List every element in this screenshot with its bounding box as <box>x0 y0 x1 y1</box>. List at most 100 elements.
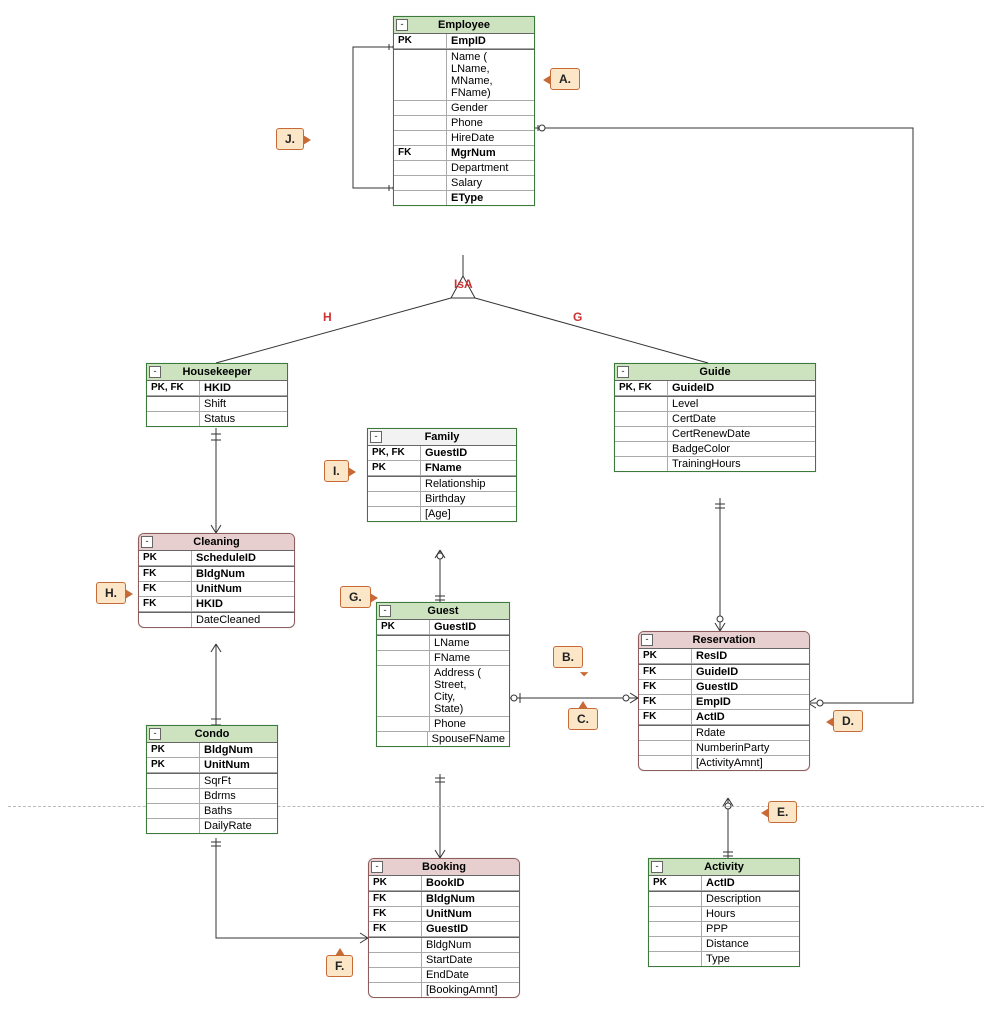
key-indicator: PK <box>139 551 192 565</box>
attribute-row: Rdate <box>639 725 809 741</box>
attribute-row: FKBldgNum <box>369 891 519 907</box>
attribute-row: Level <box>615 396 815 412</box>
key-indicator <box>615 412 668 426</box>
attribute-name: BldgNum <box>192 567 294 581</box>
key-indicator <box>147 819 200 833</box>
attribute-row: LName <box>377 635 509 651</box>
attribute-name: GuideID <box>692 665 809 679</box>
attribute-row: Department <box>394 161 534 176</box>
attribute-row: FKBldgNum <box>139 566 294 582</box>
attribute-name: Phone <box>447 116 534 130</box>
entity-title: - Employee <box>394 17 534 34</box>
entity-cleaning: -CleaningPKScheduleIDFKBldgNumFKUnitNumF… <box>138 533 295 628</box>
attribute-row: FKEmpID <box>639 695 809 710</box>
attribute-row: CertRenewDate <box>615 427 815 442</box>
key-indicator <box>369 938 422 952</box>
entity-guest: -GuestPKGuestIDLNameFNameAddress (Street… <box>376 602 510 747</box>
callout-h: H. <box>96 582 126 604</box>
attribute-row: PK, FKGuestID <box>368 446 516 461</box>
key-indicator: PK, FK <box>368 446 421 460</box>
entity-reservation: -ReservationPKResIDFKGuideIDFKGuestIDFKE… <box>638 631 810 771</box>
key-indicator: FK <box>639 665 692 679</box>
entity-title-text: Employee <box>438 19 490 31</box>
attribute-name: BldgNum <box>422 938 519 952</box>
key-indicator <box>368 492 421 506</box>
attribute-row: SpouseFName <box>377 732 509 746</box>
collapse-icon[interactable]: - <box>379 605 391 617</box>
collapse-icon[interactable]: - <box>141 536 153 548</box>
collapse-icon[interactable]: - <box>149 366 161 378</box>
attribute-name: EmpID <box>447 34 534 48</box>
key-indicator <box>377 636 430 650</box>
attribute-name: Rdate <box>692 726 809 740</box>
key-indicator <box>615 457 668 471</box>
attribute-row: Gender <box>394 101 534 116</box>
callout-f: F. <box>326 955 353 977</box>
attribute-row: BldgNum <box>369 937 519 953</box>
attribute-name: BldgNum <box>200 743 277 757</box>
attribute-row: [Age] <box>368 507 516 521</box>
attribute-row: PK, FKHKID <box>147 381 287 396</box>
entity-housekeeper: -HousekeeperPK, FKHKIDShiftStatus <box>146 363 288 427</box>
key-indicator <box>147 397 200 411</box>
attribute-name: BldgNum <box>422 892 519 906</box>
attribute-name: Bdrms <box>200 789 277 803</box>
entity-activity: -ActivityPKActIDDescriptionHoursPPPDista… <box>648 858 800 967</box>
attribute-row: HireDate <box>394 131 534 146</box>
attribute-name: Status <box>200 412 287 426</box>
collapse-icon[interactable]: - <box>149 728 161 740</box>
callout-i: I. <box>324 460 349 482</box>
attribute-name: EndDate <box>422 968 519 982</box>
attribute-row: Shift <box>147 396 287 412</box>
entity-title: - Condo <box>147 726 277 743</box>
key-indicator: FK <box>139 567 192 581</box>
attribute-row: CertDate <box>615 412 815 427</box>
attribute-name: Phone <box>430 717 509 731</box>
attribute-row: Birthday <box>368 492 516 507</box>
entity-title: -Cleaning <box>139 534 294 551</box>
entity-title-text: Reservation <box>693 634 756 646</box>
attribute-name: Address (Street,City,State) <box>430 666 509 716</box>
key-indicator <box>147 412 200 426</box>
attribute-name: ActID <box>692 710 809 724</box>
collapse-icon[interactable]: - <box>641 634 653 646</box>
collapse-icon[interactable]: - <box>370 431 382 443</box>
attribute-row: FKGuideID <box>639 664 809 680</box>
branch-g-label: G <box>573 310 582 324</box>
key-indicator <box>394 131 447 145</box>
collapse-icon[interactable]: - <box>651 861 663 873</box>
attribute-name: FName <box>421 461 516 475</box>
attribute-row: PKEmpID <box>394 34 534 49</box>
key-indicator <box>615 397 668 411</box>
key-indicator <box>147 804 200 818</box>
attribute-row: FKGuestID <box>369 922 519 937</box>
attribute-row: Distance <box>649 937 799 952</box>
attribute-name: EmpID <box>692 695 809 709</box>
attribute-name: SpouseFName <box>428 732 509 746</box>
entity-title-text: Condo <box>195 728 230 740</box>
attribute-row: FKUnitNum <box>369 907 519 922</box>
key-indicator: FK <box>369 922 422 936</box>
key-indicator: PK, FK <box>147 381 200 395</box>
attribute-row: PKBldgNum <box>147 743 277 758</box>
entity-title: - Reservation <box>639 632 809 649</box>
attribute-row: Salary <box>394 176 534 191</box>
entity-title: - Guest <box>377 603 509 620</box>
key-indicator <box>377 651 430 665</box>
attribute-row: Baths <box>147 804 277 819</box>
key-indicator: PK, FK <box>615 381 668 395</box>
key-indicator <box>649 937 702 951</box>
entity-title-text: Guest <box>427 605 458 617</box>
attribute-name: Name (LName,MName,FName) <box>447 50 534 100</box>
key-indicator <box>368 507 421 521</box>
attribute-row: TrainingHours <box>615 457 815 471</box>
attribute-row: Bdrms <box>147 789 277 804</box>
attribute-row: Type <box>649 952 799 966</box>
attribute-row: Phone <box>394 116 534 131</box>
collapse-icon[interactable]: - <box>396 19 408 31</box>
key-indicator: FK <box>394 146 447 160</box>
collapse-icon[interactable]: - <box>371 861 383 873</box>
attribute-name: ResID <box>692 649 809 663</box>
collapse-icon[interactable]: - <box>617 366 629 378</box>
attribute-name: Description <box>702 892 799 906</box>
